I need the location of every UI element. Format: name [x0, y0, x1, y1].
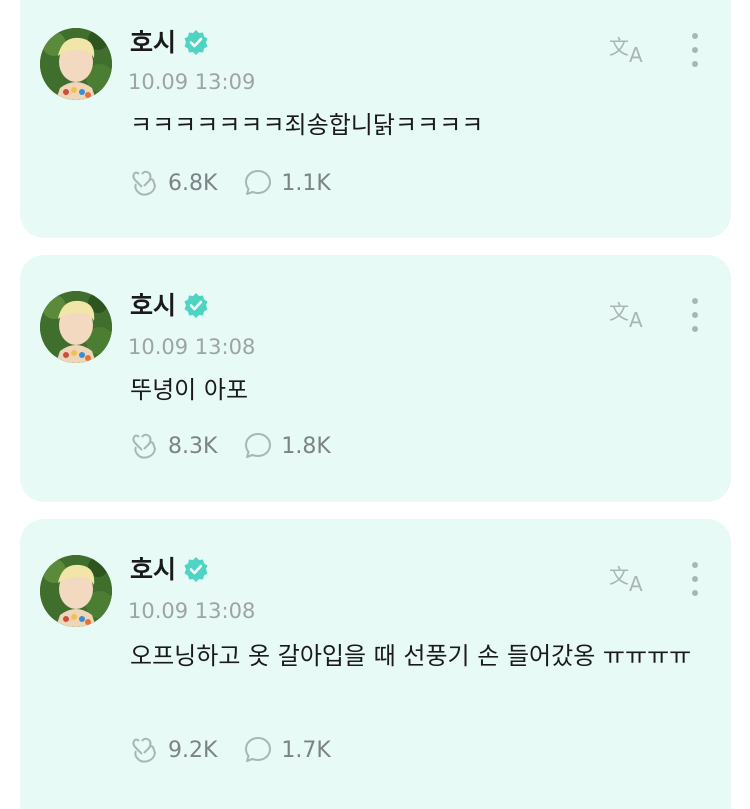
heart-hand-icon	[132, 433, 156, 459]
comment-bubble-icon	[245, 737, 272, 762]
comment-button[interactable]: 1.1K	[243, 168, 331, 198]
post-stats: 9.2K 1.7K	[130, 735, 357, 765]
more-vertical-icon[interactable]	[689, 32, 701, 68]
author-name[interactable]: 호시	[130, 26, 176, 60]
like-button[interactable]: 9.2K	[130, 735, 217, 765]
verified-badge-icon	[184, 293, 208, 318]
svg-text:文: 文	[609, 35, 629, 59]
verified-badge-icon	[184, 557, 208, 582]
comment-count: 1.7K	[281, 737, 331, 763]
more-vertical-icon[interactable]	[689, 561, 701, 597]
comment-count: 1.1K	[281, 170, 331, 196]
post-text: 뚜녕이 아포	[130, 376, 249, 404]
author-name[interactable]: 호시	[130, 289, 176, 323]
post-timestamp: 10.09 13:08	[128, 599, 256, 623]
like-count: 8.3K	[168, 433, 218, 459]
heart-hand-icon	[132, 170, 156, 196]
like-button[interactable]: 6.8K	[130, 168, 217, 198]
avatar[interactable]	[40, 28, 112, 100]
post-stats: 6.8K 1.1K	[130, 168, 357, 198]
post-timestamp: 10.09 13:08	[128, 335, 256, 359]
avatar[interactable]	[40, 555, 112, 627]
like-count: 6.8K	[168, 170, 218, 196]
post-card[interactable]: 호시 10.09 13:09 ㅋㅋㅋㅋㅋㅋㅋ죄송합니닭ㅋㅋㅋㅋ 6.8K 1.1…	[20, 0, 731, 238]
svg-text:文: 文	[609, 564, 629, 588]
svg-text:文: 文	[609, 300, 629, 324]
avatar[interactable]	[40, 291, 112, 363]
svg-text:A: A	[629, 572, 643, 595]
comment-bubble-icon	[245, 433, 272, 458]
more-vertical-icon[interactable]	[689, 297, 701, 333]
svg-text:A: A	[629, 308, 643, 331]
post-text: 오프닝하고 옷 갈아입을 때 선풍기 손 들어갔옹 ㅠㅠㅠㅠ	[130, 642, 692, 670]
verified-badge-icon	[184, 30, 208, 55]
post-card[interactable]: 호시 10.09 13:08 뚜녕이 아포 8.3K 1.8K 文 A	[20, 255, 731, 502]
like-button[interactable]: 8.3K	[130, 431, 217, 461]
heart-hand-icon	[132, 737, 156, 763]
post-text: ㅋㅋㅋㅋㅋㅋㅋ죄송합니닭ㅋㅋㅋㅋ	[130, 111, 484, 139]
comment-button[interactable]: 1.7K	[243, 735, 331, 765]
comment-bubble-icon	[245, 170, 272, 195]
post-stats: 8.3K 1.8K	[130, 431, 357, 461]
comment-count: 1.8K	[281, 433, 331, 459]
translate-icon[interactable]: 文 A	[609, 297, 651, 331]
translate-icon[interactable]: 文 A	[609, 561, 651, 595]
author-name[interactable]: 호시	[130, 553, 176, 587]
post-card[interactable]: 호시 10.09 13:08 오프닝하고 옷 갈아입을 때 선풍기 손 들어갔옹…	[20, 519, 731, 809]
post-timestamp: 10.09 13:09	[128, 70, 256, 94]
translate-icon[interactable]: 文 A	[609, 32, 651, 66]
comment-button[interactable]: 1.8K	[243, 431, 331, 461]
like-count: 9.2K	[168, 737, 218, 763]
svg-text:A: A	[629, 43, 643, 66]
